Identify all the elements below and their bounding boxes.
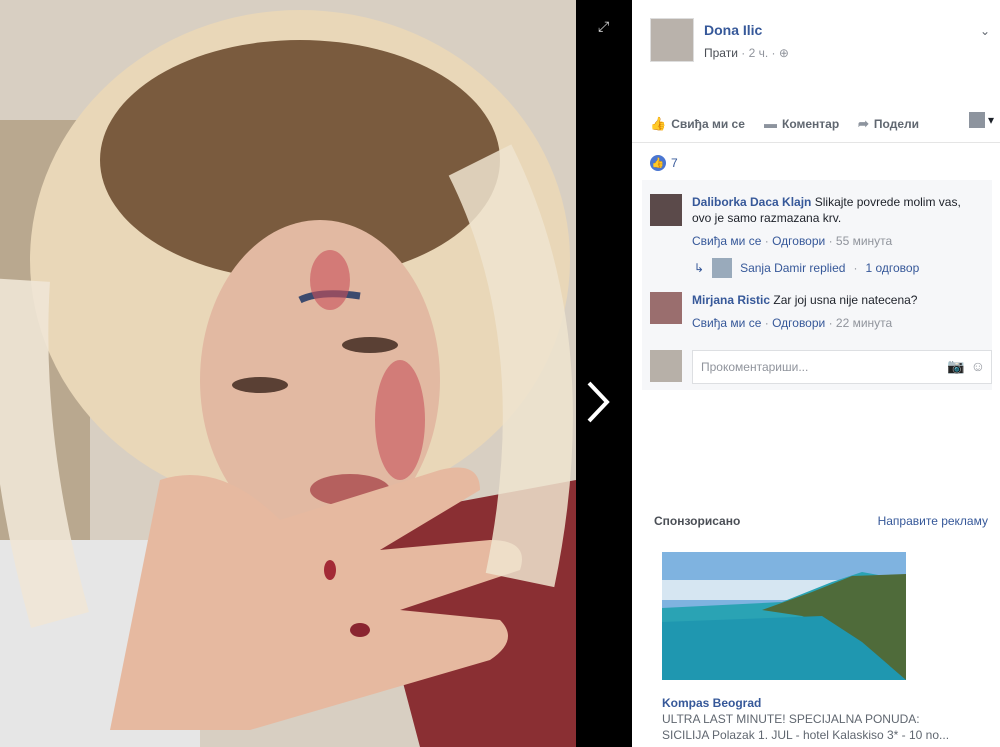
emoji-icon[interactable]: ☺ [971,358,985,375]
post-options-chevron-icon[interactable]: ⌄ [980,24,990,38]
reaction-count: 7 [671,156,678,170]
comment-actions: Свиђа ми се · Одговори · 22 минута [692,316,892,330]
author-avatar[interactable] [650,18,694,62]
post-photo[interactable] [0,0,576,747]
share-button[interactable]: ➦ Подели [858,116,919,132]
reply-summary-text: Sanja Damir replied [740,261,846,275]
comment-reply-link[interactable]: Одговори [772,234,825,248]
post-sidebar: Dona Ilic Прати · 2 ч. · ⊕ ⌄ 👍 Свиђа ми … [632,0,1000,747]
viewer-avatar [650,350,682,382]
ad-text-line: ULTRA LAST MINUTE! SPECIJALNA PONUDA: [662,712,920,726]
comment-like-link[interactable]: Свиђа ми се [692,234,761,248]
post-actions-bar: 👍 Свиђа ми се ▬ Коментар ➦ Подели ▾ [632,104,1000,143]
profile-thumbnail-icon [968,112,985,128]
dot-separator: · [828,234,836,248]
like-button[interactable]: 👍 Свиђа ми се [650,116,745,132]
comment-time[interactable]: 55 минута [836,234,892,248]
meta-separator: · [771,46,779,60]
follow-link[interactable]: Прати [704,46,738,60]
meta-separator: · [741,46,749,60]
photo-viewer: ⤢ [0,0,632,747]
dot-separator: · [764,316,773,330]
post-header: Dona Ilic Прати · 2 ч. · ⊕ ⌄ [632,0,1000,100]
reactions-summary[interactable]: 👍 7 [650,155,678,171]
reply-arrow-icon: ↳ [694,261,705,275]
comment-body: Daliborka Daca Klajn Slikajte povrede mo… [692,194,982,226]
comment-body: Mirjana Ristic Zar joj usna nije natecen… [692,292,982,308]
view-replies-link[interactable]: ↳ Sanja Damir replied · 1 одговор [694,258,919,278]
share-arrow-icon: ➦ [858,116,869,131]
caret-down-icon: ▾ [987,113,994,127]
commenter-name[interactable]: Mirjana Ristic [692,293,770,307]
comment-input-placeholder: Прокоментариши... [701,360,809,374]
composer-icons: 📷 ☺ [947,358,985,375]
create-ad-link[interactable]: Направите рекламу [878,514,988,528]
chevron-right-icon [587,381,610,423]
dot-separator: · [853,261,858,275]
ad-title[interactable]: Kompas Beograd [662,696,761,710]
sponsored-heading: Спонзорисано [654,514,741,528]
author-name[interactable]: Dona Ilic [704,22,762,38]
next-photo-button[interactable] [580,376,616,428]
comment-reply-link[interactable]: Одговори [772,316,825,330]
post-time[interactable]: 2 ч. [749,46,769,60]
reply-count: 1 одговор [865,261,920,275]
ad-image[interactable] [662,552,906,680]
like-label: Свиђа ми се [671,117,745,131]
dot-separator: · [764,234,773,248]
comment-bubble-icon: ▬ [764,116,777,131]
comment-time[interactable]: 22 минута [836,316,892,330]
thumbs-up-icon: 👍 [650,116,667,131]
globe-icon: ⊕ [778,46,789,60]
share-as-dropdown[interactable]: ▾ [968,112,994,128]
like-reaction-icon: 👍 [650,155,666,171]
ad-text-line: SICILIJA Polazak 1. JUL - hotel Kalaskis… [662,728,950,742]
comment-input[interactable]: Прокоментариши... 📷 ☺ [692,350,992,384]
post-meta: Прати · 2 ч. · ⊕ [704,46,789,60]
ad-description: ULTRA LAST MINUTE! SPECIJALNA PONUDA: SI… [662,711,982,743]
fullscreen-expand-icon[interactable]: ⤢ [598,18,609,35]
comment-like-link[interactable]: Свиђа ми се [692,316,761,330]
comment-text: Zar joj usna nije natecena? [773,293,918,307]
dot-separator: · [828,316,836,330]
comment-label: Коментар [782,116,840,131]
commenter-avatar[interactable] [650,194,682,226]
replier-avatar [712,258,733,278]
comment-button[interactable]: ▬ Коментар [764,116,839,131]
commenter-avatar[interactable] [650,292,682,324]
share-label: Подели [873,117,919,131]
comment-actions: Свиђа ми се · Одговори · 55 минута [692,234,892,248]
commenter-name[interactable]: Daliborka Daca Klajn [692,195,811,209]
camera-icon[interactable]: 📷 [947,358,964,375]
